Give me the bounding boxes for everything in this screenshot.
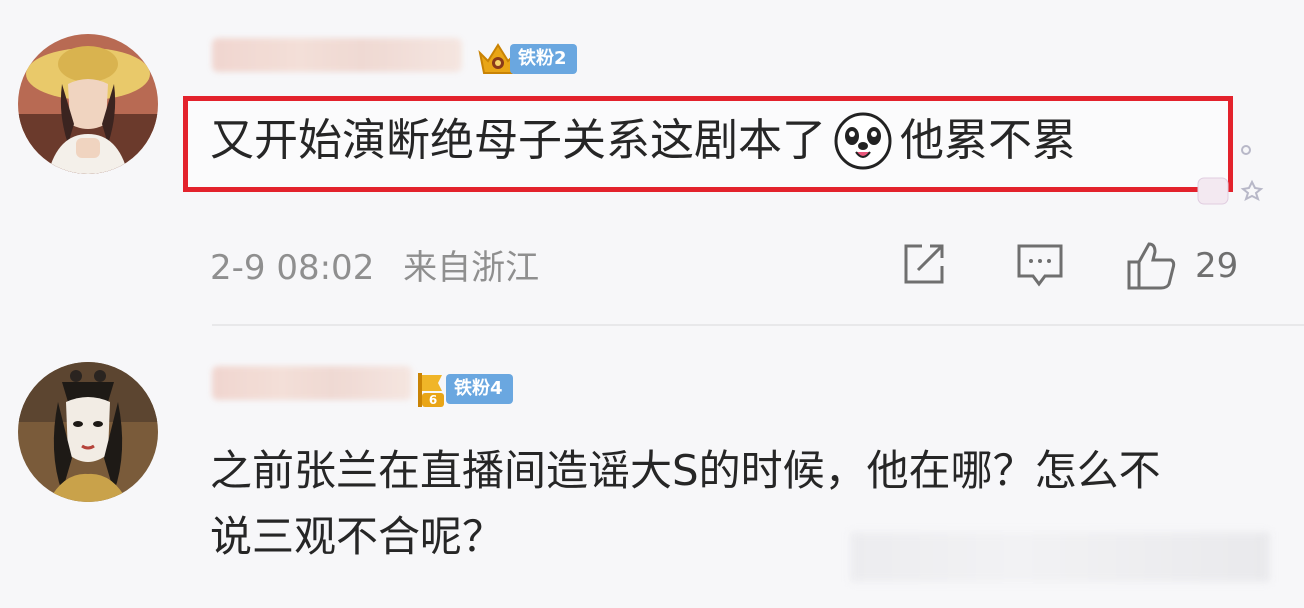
like-count: 29: [1195, 246, 1239, 286]
comment-icon: [1017, 244, 1063, 287]
share-button[interactable]: [900, 240, 948, 292]
share-icon: [904, 244, 944, 284]
watermark-blurred: [850, 532, 1270, 582]
timestamp: 2-9 08:02: [210, 248, 375, 288]
avatar[interactable]: [18, 34, 158, 174]
fan-badge-label: 铁粉4: [446, 374, 513, 404]
fan-badge: 铁粉2: [476, 43, 577, 74]
username-blurred[interactable]: [212, 38, 462, 72]
like-button[interactable]: 29: [1125, 240, 1238, 292]
comment-item: 铁粉2 又开始演断绝母子关系这剧本了 他累不累 2-9 08:02 来自浙江 2…: [0, 0, 1304, 324]
comment-text: 又开始演断绝母子关系这剧本了 他累不累: [210, 110, 1076, 172]
username-blurred[interactable]: [212, 366, 412, 400]
avatar[interactable]: [18, 362, 158, 502]
comment-text-part: 又开始演断绝母子关系这剧本了: [210, 115, 826, 166]
reply-button[interactable]: [1015, 240, 1065, 294]
location: 来自浙江: [403, 248, 540, 288]
comment-item: 6 铁粉4 之前张兰在直播间造谣大S的时候，他在哪？怎么不说三观不合呢？: [0, 326, 1304, 608]
fan-badge-label: 铁粉2: [510, 44, 577, 74]
sticker-decoration-icon: [1197, 145, 1264, 205]
badge-level: 6: [429, 393, 437, 407]
laughing-dog-emoji-icon: [834, 112, 892, 170]
fan-badge: 6 铁粉4: [412, 373, 513, 407]
thumbs-up-icon: [1127, 242, 1176, 290]
comment-meta: 2-9 08:02 来自浙江: [210, 244, 539, 292]
comment-text-part: 他累不累: [900, 115, 1076, 166]
